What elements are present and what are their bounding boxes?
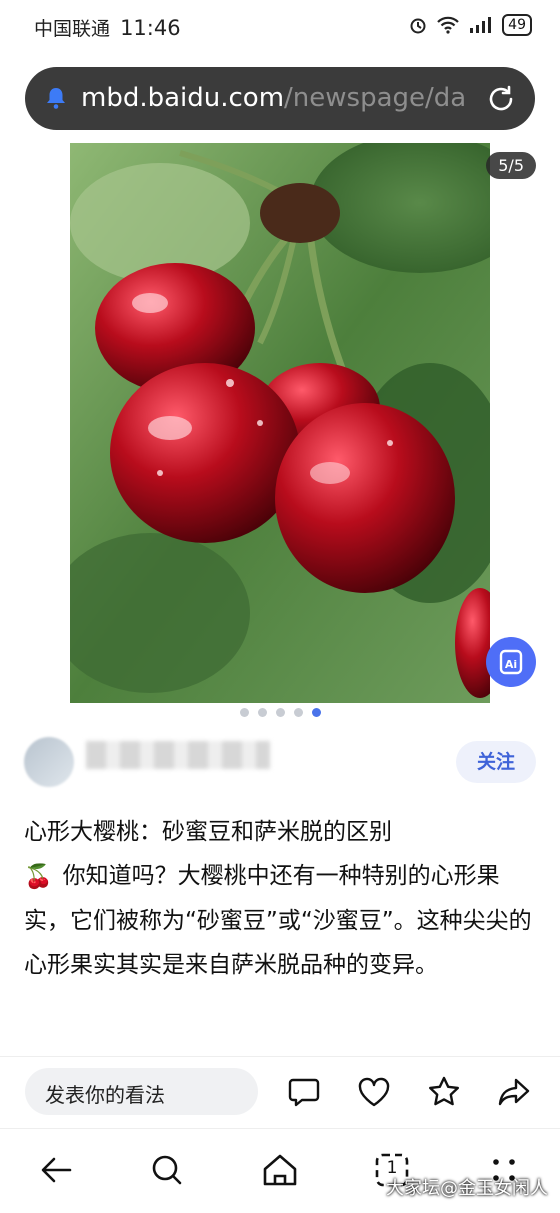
url-path: /newspage/da: [284, 83, 467, 113]
ai-icon: Ai: [499, 649, 523, 675]
page-dot[interactable]: [275, 708, 285, 717]
avatar[interactable]: [24, 737, 74, 787]
page-dot[interactable]: [293, 708, 303, 717]
article-body: 心形大樱桃：砂蜜豆和萨米脱的区别 🍒 你知道吗？大樱桃中还有一种特别的心形果实，它…: [24, 810, 536, 987]
image-counter: 5/5: [486, 152, 536, 179]
status-bar: 中国联通 11:46 49: [0, 0, 560, 56]
article-paragraph: 🍒 你知道吗？大樱桃中还有一种特别的心形果实，它们被称为“砂蜜豆”或“沙蜜豆”。这…: [24, 854, 536, 987]
url-text[interactable]: mbd.baidu.com/newspage/da: [81, 83, 485, 113]
comment-placeholder: 发表你的看法: [45, 1083, 165, 1107]
image-gallery[interactable]: 5/5 Ai: [0, 143, 560, 703]
battery-indicator: 49: [502, 14, 532, 36]
page-dot[interactable]: [257, 708, 267, 717]
page-dot-active[interactable]: [311, 708, 321, 717]
bell-icon[interactable]: [45, 86, 67, 110]
cherry-icon: 🍒: [24, 863, 53, 890]
favorite-icon[interactable]: [426, 1074, 462, 1110]
follow-button[interactable]: 关注: [456, 741, 536, 783]
svg-text:Ai: Ai: [505, 658, 517, 671]
status-left: 中国联通 11:46: [34, 14, 181, 41]
page-dot[interactable]: [239, 708, 249, 717]
url-host: mbd.baidu.com: [81, 83, 285, 113]
author-row: 关注: [24, 735, 536, 791]
home-icon[interactable]: [260, 1150, 300, 1190]
address-bar[interactable]: mbd.baidu.com/newspage/da: [25, 67, 535, 130]
watermark: 大家坛@金玉女闲人: [386, 1178, 548, 1199]
signal-icon: [470, 17, 492, 33]
divider: [0, 1128, 560, 1129]
carrier-label: 中国联通: [34, 18, 111, 40]
ai-assistant-button[interactable]: Ai: [486, 637, 536, 687]
search-icon[interactable]: [147, 1150, 187, 1190]
author-name-redacted[interactable]: [86, 741, 270, 769]
share-icon[interactable]: [496, 1074, 532, 1110]
comment-input[interactable]: 发表你的看法: [25, 1068, 258, 1115]
cherry-photo[interactable]: [70, 143, 490, 703]
article-text: 你知道吗？大樱桃中还有一种特别的心形果实，它们被称为“砂蜜豆”或“沙蜜豆”。这种…: [24, 863, 532, 978]
wifi-icon: [437, 16, 459, 34]
reload-icon[interactable]: [485, 83, 517, 115]
clock: 11:46: [120, 16, 181, 40]
pagination-dots: [0, 708, 560, 717]
status-right: 49: [408, 14, 532, 36]
comment-icon[interactable]: [286, 1074, 322, 1110]
article-title: 心形大樱桃：砂蜜豆和萨米脱的区别: [24, 819, 392, 845]
like-icon[interactable]: [356, 1074, 392, 1110]
divider: [0, 1056, 560, 1057]
back-icon[interactable]: [36, 1150, 76, 1190]
alarm-icon: [410, 18, 426, 34]
